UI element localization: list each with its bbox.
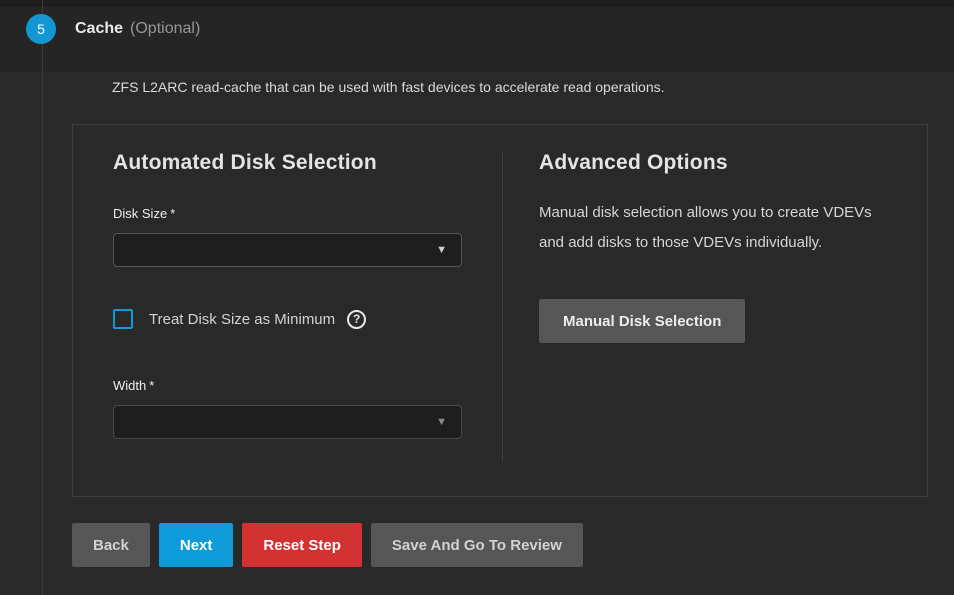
advanced-description-line: Manual disk selection allows you to crea… — [539, 198, 887, 228]
save-and-go-to-review-button[interactable]: Save And Go To Review — [371, 523, 583, 567]
step-header[interactable]: 5 Cache (Optional) — [26, 14, 200, 44]
dropdown-arrow-icon: ▼ — [436, 245, 447, 256]
step-description: ZFS L2ARC read-cache that can be used wi… — [112, 77, 914, 97]
width-label: Width* — [113, 378, 462, 393]
step-number-badge: 5 — [26, 14, 56, 44]
disk-size-label-text: Disk Size — [113, 206, 167, 221]
disk-size-select[interactable]: ▼ — [113, 233, 462, 267]
width-select[interactable]: ▼ — [113, 405, 462, 439]
advanced-description-line: and add disks to those VDEVs individuall… — [539, 228, 887, 258]
wizard-action-buttons: Back Next Reset Step Save And Go To Revi… — [72, 523, 583, 567]
dropdown-arrow-icon: ▼ — [436, 417, 447, 428]
required-marker: * — [149, 378, 154, 393]
disk-size-label: Disk Size* — [113, 206, 462, 221]
treat-disk-size-checkbox[interactable] — [113, 309, 133, 329]
treat-disk-size-row: Treat Disk Size as Minimum ? — [113, 309, 462, 329]
disk-selection-panel: Automated Disk Selection Disk Size* ▼ Tr… — [72, 124, 928, 497]
stepper-line — [42, 0, 43, 595]
automated-disk-selection-section: Automated Disk Selection Disk Size* ▼ Tr… — [73, 125, 502, 496]
advanced-options-section: Advanced Options Manual disk selection a… — [502, 125, 927, 496]
treat-disk-size-label: Treat Disk Size as Minimum — [149, 311, 335, 328]
back-button[interactable]: Back — [72, 523, 150, 567]
automated-section-heading: Automated Disk Selection — [113, 151, 462, 175]
required-marker: * — [170, 206, 175, 221]
top-edge-strip — [0, 0, 954, 7]
next-button[interactable]: Next — [159, 523, 234, 567]
reset-step-button[interactable]: Reset Step — [242, 523, 362, 567]
advanced-section-heading: Advanced Options — [539, 151, 887, 175]
width-label-text: Width — [113, 378, 146, 393]
step-title: Cache — [75, 20, 123, 38]
step-optional-label: (Optional) — [130, 20, 200, 38]
cache-step-page: 5 Cache (Optional) ZFS L2ARC read-cache … — [0, 0, 954, 595]
panel-divider — [502, 151, 503, 462]
help-icon[interactable]: ? — [347, 310, 366, 329]
manual-disk-selection-button[interactable]: Manual Disk Selection — [539, 299, 745, 343]
advanced-description: Manual disk selection allows you to crea… — [539, 198, 887, 258]
